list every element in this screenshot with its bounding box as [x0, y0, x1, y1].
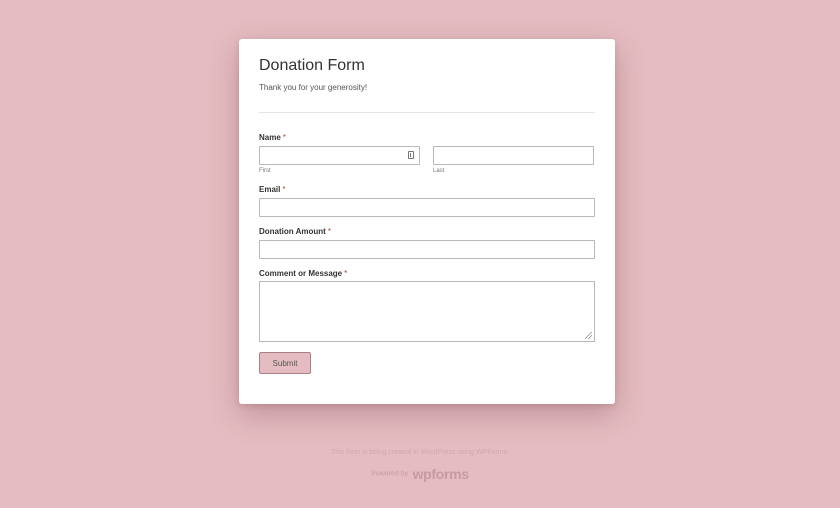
form-title: Donation Form: [259, 57, 365, 74]
resize-handle-icon[interactable]: [585, 332, 592, 339]
email-label: Email *: [259, 185, 285, 194]
donation-amount-input[interactable]: [259, 240, 595, 259]
donation-form-card: Donation Form Thank you for your generos…: [239, 39, 615, 404]
first-name-sublabel: First: [259, 168, 271, 174]
submit-button[interactable]: Submit: [259, 352, 311, 374]
message-textarea[interactable]: [259, 281, 595, 342]
donation-amount-label-text: Donation Amount: [259, 227, 326, 236]
message-label-text: Comment or Message: [259, 269, 343, 278]
form-description: Thank you for your generosity!: [259, 83, 368, 92]
required-marker: *: [282, 185, 286, 194]
wpforms-logo: wpforms: [412, 465, 470, 482]
contact-card-icon: [408, 151, 414, 159]
email-label-text: Email: [259, 185, 281, 194]
required-marker: *: [282, 133, 286, 142]
form-divider: [259, 112, 595, 113]
name-label: Name *: [259, 133, 286, 142]
email-input[interactable]: [259, 198, 595, 217]
required-marker: *: [327, 227, 331, 236]
donation-amount-label: Donation Amount *: [259, 227, 331, 236]
required-marker: *: [344, 269, 348, 278]
first-name-input[interactable]: [259, 146, 420, 165]
name-label-text: Name: [259, 133, 281, 142]
message-label: Comment or Message *: [259, 269, 347, 278]
last-name-input[interactable]: [433, 146, 594, 165]
footer-note: This form is being created in WordPress …: [330, 449, 510, 456]
footer-brand[interactable]: Powered by wpforms: [0, 465, 840, 483]
footer-brand-prefix: Powered by: [371, 470, 409, 478]
last-name-sublabel: Last: [433, 168, 445, 174]
